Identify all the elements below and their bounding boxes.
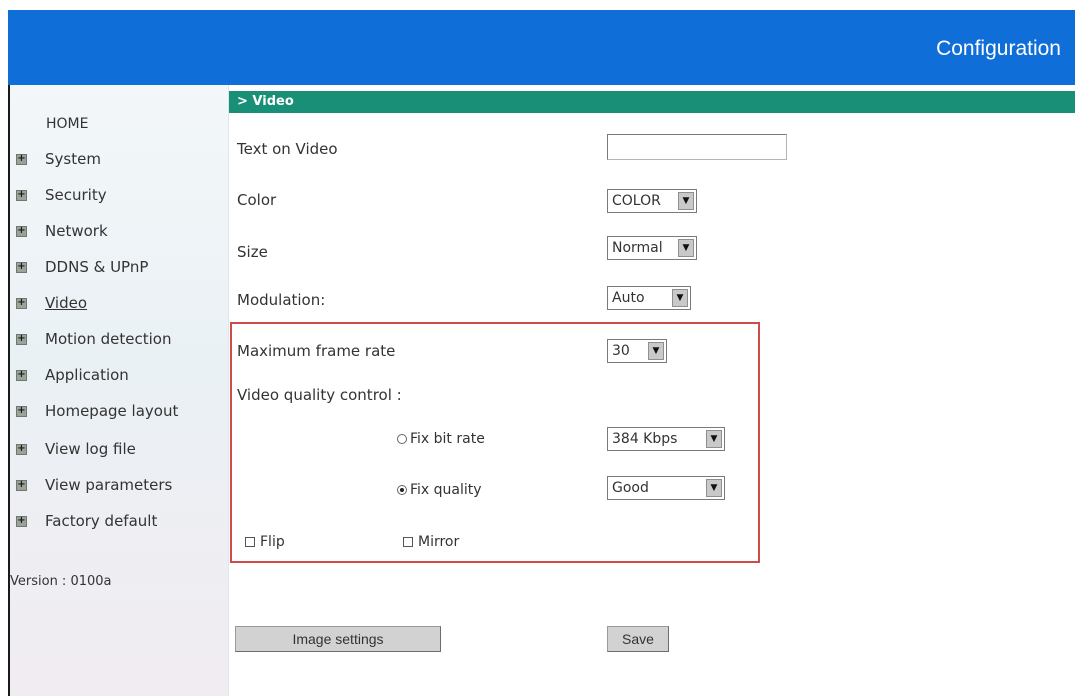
color-label: Color <box>237 191 277 209</box>
sidebar-item-view-log-file[interactable]: + View log file <box>16 439 136 459</box>
sidebar-item-network[interactable]: + Network <box>16 221 108 241</box>
sidebar-item-video[interactable]: + Video <box>16 293 87 313</box>
size-select[interactable]: Normal ▼ <box>607 236 697 260</box>
max-frame-rate-value: 30 <box>612 343 630 359</box>
bit-rate-value: 384 Kbps <box>612 431 678 447</box>
chevron-down-icon[interactable]: ▼ <box>672 289 688 307</box>
plus-box-icon[interactable]: + <box>16 443 27 455</box>
flip-checkbox[interactable]: Flip <box>245 534 285 550</box>
chevron-down-icon[interactable]: ▼ <box>706 479 722 497</box>
sidebar-item-label: Application <box>45 366 129 384</box>
version-text: Version : 0100a <box>10 574 112 589</box>
sidebar-item-label: DDNS & UPnP <box>45 258 149 276</box>
section-title: > Video <box>229 91 1075 113</box>
flip-label: Flip <box>260 534 285 550</box>
sidebar-item-label: View log file <box>45 440 136 458</box>
sidebar-item-view-parameters[interactable]: + View parameters <box>16 475 172 495</box>
quality-select[interactable]: Good ▼ <box>607 476 725 500</box>
sidebar-item-application[interactable]: + Application <box>16 365 129 385</box>
page-title: Configuration <box>936 37 1061 60</box>
sidebar-item-homepage-layout[interactable]: + Homepage layout <box>16 401 178 421</box>
text-on-video-label: Text on Video <box>237 140 338 158</box>
modulation-select[interactable]: Auto ▼ <box>607 286 691 310</box>
plus-box-icon[interactable]: + <box>16 369 27 381</box>
image-settings-button[interactable]: Image settings <box>235 626 441 652</box>
modulation-label: Modulation: <box>237 291 326 309</box>
plus-box-icon[interactable]: + <box>16 225 27 237</box>
main-content: > Video Text on Video Color COLOR ▼ Size… <box>228 85 1075 696</box>
color-select-value: COLOR <box>612 193 661 209</box>
size-label: Size <box>237 243 268 261</box>
video-quality-control-label: Video quality control : <box>237 386 402 404</box>
sidebar-item-factory-default[interactable]: + Factory default <box>16 511 157 531</box>
plus-box-icon[interactable]: + <box>16 189 27 201</box>
save-button[interactable]: Save <box>607 626 669 652</box>
checkbox-icon[interactable] <box>245 537 255 547</box>
quality-value: Good <box>612 480 649 496</box>
sidebar-item-system[interactable]: + System <box>16 149 101 169</box>
mirror-label: Mirror <box>418 534 460 550</box>
chevron-down-icon[interactable]: ▼ <box>648 342 664 360</box>
color-select[interactable]: COLOR ▼ <box>607 189 697 213</box>
mirror-checkbox[interactable]: Mirror <box>403 534 459 550</box>
bit-rate-select[interactable]: 384 Kbps ▼ <box>607 427 725 451</box>
chevron-down-icon[interactable]: ▼ <box>706 430 722 448</box>
sidebar-item-label: Homepage layout <box>45 402 179 420</box>
modulation-select-value: Auto <box>612 290 645 306</box>
size-select-value: Normal <box>612 240 663 256</box>
header-bar: Configuration <box>8 10 1075 85</box>
chevron-down-icon[interactable]: ▼ <box>678 239 694 257</box>
plus-box-icon[interactable]: + <box>16 261 27 273</box>
plus-box-icon[interactable]: + <box>16 297 27 309</box>
sidebar-item-label: Security <box>45 186 107 204</box>
plus-box-icon[interactable]: + <box>16 405 27 417</box>
fix-bit-rate-radio[interactable]: Fix bit rate <box>397 431 485 447</box>
fix-bit-rate-label: Fix bit rate <box>410 431 485 447</box>
sidebar-item-label: Factory default <box>45 512 158 530</box>
fix-quality-radio[interactable]: Fix quality <box>397 482 482 498</box>
plus-box-icon[interactable]: + <box>16 333 27 345</box>
chevron-down-icon[interactable]: ▼ <box>678 192 694 210</box>
max-frame-rate-label: Maximum frame rate <box>237 342 396 360</box>
sidebar-item-label: System <box>45 150 101 168</box>
sidebar-item-security[interactable]: + Security <box>16 185 107 205</box>
plus-box-icon[interactable]: + <box>16 515 27 527</box>
text-on-video-input[interactable] <box>607 134 787 160</box>
max-frame-rate-select[interactable]: 30 ▼ <box>607 339 667 363</box>
plus-box-icon[interactable]: + <box>16 153 27 165</box>
sidebar-item-label: Video <box>45 294 88 312</box>
sidebar-item-label: Motion detection <box>45 330 172 348</box>
fix-quality-label: Fix quality <box>410 482 482 498</box>
sidebar: HOME + System + Security + Network + DDN… <box>8 85 228 696</box>
sidebar-item-motion-detection[interactable]: + Motion detection <box>16 329 171 349</box>
sidebar-item-label: Network <box>45 222 108 240</box>
sidebar-item-label: View parameters <box>45 476 173 494</box>
sidebar-home-link[interactable]: HOME <box>46 116 88 132</box>
sidebar-item-ddns-upnp[interactable]: + DDNS & UPnP <box>16 257 148 277</box>
checkbox-icon[interactable] <box>403 537 413 547</box>
radio-icon[interactable] <box>397 485 407 495</box>
plus-box-icon[interactable]: + <box>16 479 27 491</box>
radio-icon[interactable] <box>397 434 407 444</box>
